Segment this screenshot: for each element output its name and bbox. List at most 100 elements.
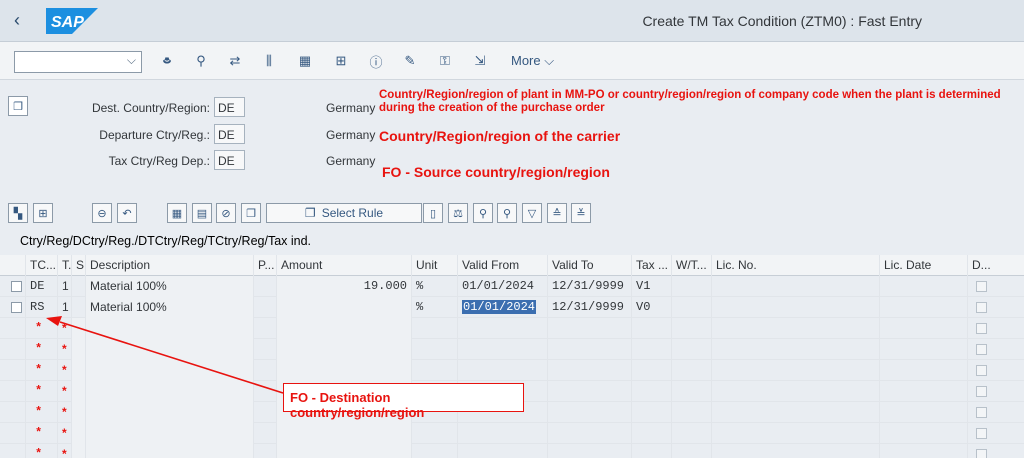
cell-tax[interactable]	[632, 339, 672, 360]
grid-cell[interactable]	[254, 276, 277, 297]
grid-cell[interactable]	[0, 444, 26, 458]
cell-unit[interactable]	[412, 423, 458, 444]
cell-tax[interactable]	[632, 381, 672, 402]
info-icon[interactable]: ⓘ	[365, 51, 387, 71]
grid-cell[interactable]	[672, 423, 712, 444]
grid-cell[interactable]	[880, 276, 968, 297]
grid-cell[interactable]	[880, 339, 968, 360]
grid-cell[interactable]	[0, 402, 26, 423]
table-row[interactable]: * *	[0, 360, 1024, 381]
link-icon[interactable]: ⊘	[216, 203, 236, 223]
cell-valid-from[interactable]	[458, 339, 548, 360]
cell-tax[interactable]: V0	[632, 297, 672, 318]
hat-icon[interactable]: 🎩︎	[156, 51, 178, 71]
grid-cell[interactable]	[672, 444, 712, 458]
grid-cell[interactable]	[254, 402, 277, 423]
grid-cell[interactable]	[712, 381, 880, 402]
cell-tc[interactable]: DE	[26, 276, 58, 297]
grid-cell[interactable]	[72, 276, 86, 297]
table-row[interactable]: * *	[0, 339, 1024, 360]
grid-cell[interactable]	[712, 402, 880, 423]
table-row[interactable]: * *	[0, 318, 1024, 339]
scale-icon[interactable]: ⚖	[448, 203, 468, 223]
cell-t[interactable]: 1	[58, 276, 72, 297]
grid-cell[interactable]	[672, 402, 712, 423]
cell-description[interactable]	[86, 381, 254, 402]
transfer-icon[interactable]: ⇄	[224, 51, 246, 71]
grid-cell[interactable]	[880, 318, 968, 339]
row-select-checkbox[interactable]	[11, 302, 22, 313]
grid-cell[interactable]	[0, 360, 26, 381]
cell-valid-to[interactable]	[548, 423, 632, 444]
cell-amount[interactable]	[277, 339, 412, 360]
sort-desc-icon[interactable]: ≚	[571, 203, 591, 223]
table-row[interactable]: RS 1 Material 100%% 01/01/2024 12/31/9999 V0	[0, 297, 1024, 318]
deselect-all-icon[interactable]: ⊞	[33, 203, 53, 223]
cell-valid-to[interactable]	[548, 318, 632, 339]
grid-cell[interactable]	[712, 318, 880, 339]
grid-cell[interactable]	[712, 423, 880, 444]
cell-valid-to[interactable]	[548, 444, 632, 458]
deletion-checkbox[interactable]	[976, 386, 987, 397]
deletion-checkbox[interactable]	[976, 449, 987, 458]
back-button[interactable]: ‹	[14, 10, 20, 31]
grid-cell[interactable]	[880, 360, 968, 381]
org-chart-icon[interactable]: ⊞	[330, 51, 352, 71]
col-t[interactable]: T.	[58, 255, 72, 276]
grid-cell[interactable]	[72, 339, 86, 360]
grid-cell[interactable]	[0, 423, 26, 444]
grid-cell[interactable]	[712, 444, 880, 458]
cell-amount[interactable]	[277, 360, 412, 381]
cell-description[interactable]	[86, 360, 254, 381]
grid-cell[interactable]	[880, 444, 968, 458]
document-icon[interactable]: ▯	[423, 203, 443, 223]
sap-logo[interactable]: SAP	[46, 8, 98, 34]
columns-icon[interactable]: ⫼	[258, 51, 280, 71]
cell-amount[interactable]	[277, 297, 412, 318]
calculator-icon[interactable]: ▤	[192, 203, 212, 223]
delete-row-icon[interactable]: ⊖	[92, 203, 112, 223]
search-next-icon[interactable]: ⚲	[497, 203, 517, 223]
command-field[interactable]: ⌵	[14, 51, 142, 73]
grid-cell[interactable]	[254, 360, 277, 381]
cell-tax[interactable]	[632, 318, 672, 339]
cell-amount[interactable]	[277, 444, 412, 458]
cell-valid-from[interactable]	[458, 423, 548, 444]
cell-description[interactable]: Material 100%	[86, 276, 254, 297]
sort-asc-icon[interactable]: ≙	[547, 203, 567, 223]
grid-cell[interactable]	[0, 318, 26, 339]
calendar-icon[interactable]: ▦	[167, 203, 187, 223]
grid-cell[interactable]	[72, 318, 86, 339]
filter-icon[interactable]: ▽	[522, 203, 542, 223]
cell-tax[interactable]	[632, 360, 672, 381]
table-row[interactable]: * *	[0, 444, 1024, 458]
select-all-icon[interactable]: ▚	[8, 203, 28, 223]
col-d[interactable]: D...	[968, 255, 1024, 276]
col-s[interactable]: S.	[72, 255, 86, 276]
grid-cell[interactable]	[712, 297, 880, 318]
cell-valid-to[interactable]	[548, 381, 632, 402]
more-menu[interactable]: More ⌵	[511, 53, 554, 69]
cell-description[interactable]	[86, 444, 254, 458]
magnifier-icon[interactable]: ⚲	[190, 51, 212, 71]
grid-cell[interactable]	[72, 444, 86, 458]
deletion-checkbox[interactable]	[976, 365, 987, 376]
grid-cell[interactable]	[72, 381, 86, 402]
cell-description[interactable]	[86, 423, 254, 444]
grid-cell[interactable]	[72, 297, 86, 318]
departure-country-field[interactable]: DE	[214, 124, 245, 144]
cell-valid-from[interactable]: 01/01/2024	[458, 276, 548, 297]
cell-tax[interactable]	[632, 402, 672, 423]
search-icon[interactable]: ⚲	[473, 203, 493, 223]
grid-cell[interactable]	[880, 381, 968, 402]
deletion-checkbox[interactable]	[976, 428, 987, 439]
col-valid-from[interactable]: Valid From	[458, 255, 548, 276]
col-wt[interactable]: W/T...	[672, 255, 712, 276]
cell-unit[interactable]	[412, 360, 458, 381]
deletion-checkbox[interactable]	[976, 323, 987, 334]
grid-cell[interactable]	[254, 444, 277, 458]
grid-cell[interactable]	[0, 381, 26, 402]
cell-tax[interactable]	[632, 444, 672, 458]
grid-cell[interactable]	[880, 297, 968, 318]
cell-description[interactable]	[86, 402, 254, 423]
